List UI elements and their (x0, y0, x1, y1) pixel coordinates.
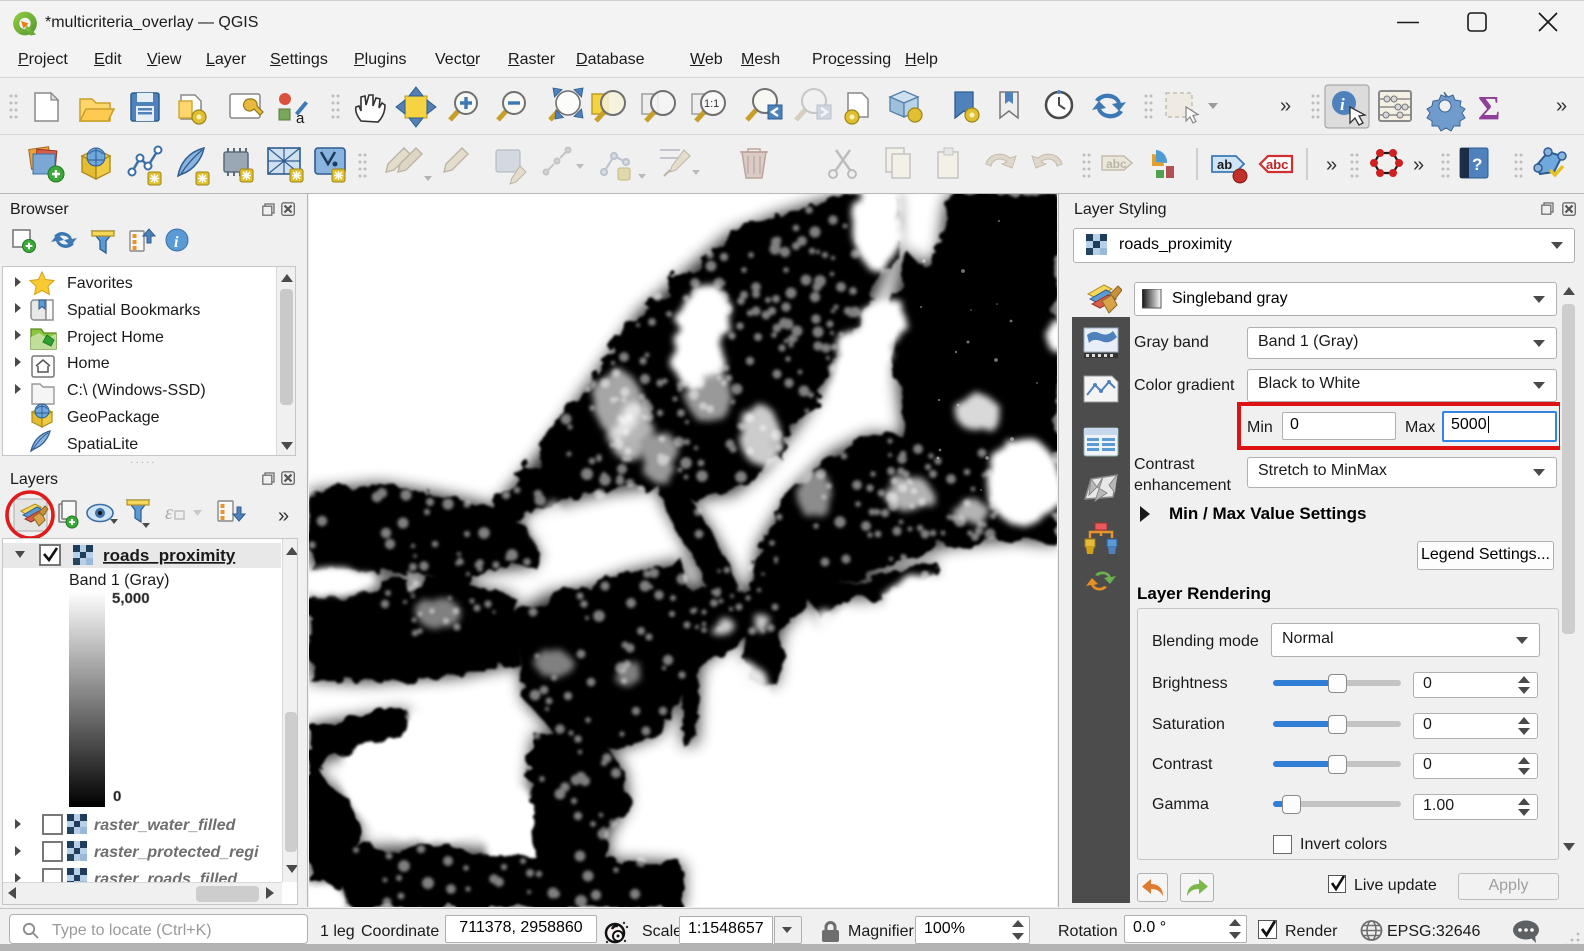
svg-text:Favorites: Favorites (67, 275, 133, 292)
svg-text:GeoPackage: GeoPackage (67, 409, 160, 426)
svg-text:Σ: Σ (1478, 90, 1500, 127)
svg-text:C:\ (Windows-SSD): C:\ (Windows-SSD) (67, 382, 206, 399)
svg-text:Home: Home (67, 355, 110, 372)
svg-text:Band 1 (Gray): Band 1 (Gray) (69, 572, 169, 589)
svg-text:1:1: 1:1 (704, 98, 719, 110)
svg-text:»: » (278, 505, 289, 527)
svg-text:raster_water_filled: raster_water_filled (94, 817, 237, 834)
svg-text:»: » (1413, 154, 1424, 176)
svg-text:0: 0 (113, 788, 121, 805)
svg-text:abc: abc (1266, 157, 1288, 172)
svg-text:raster_protected_regi: raster_protected_regi (94, 844, 259, 861)
svg-text:Spatial Bookmarks: Spatial Bookmarks (67, 302, 200, 319)
svg-text:5,000: 5,000 (112, 590, 150, 607)
svg-text:ε: ε (165, 502, 173, 524)
svg-text:roads_proximity: roads_proximity (103, 546, 236, 565)
svg-text:SpatiaLite: SpatiaLite (67, 436, 138, 453)
svg-text:»: » (1280, 95, 1291, 117)
svg-text:»: » (1556, 95, 1567, 117)
svg-text:a: a (296, 110, 305, 127)
svg-text:?: ? (1472, 155, 1482, 174)
svg-text:»: » (1326, 154, 1337, 176)
svg-text:i: i (174, 234, 179, 251)
svg-text:ab: ab (1217, 157, 1232, 172)
svg-text:Project Home: Project Home (67, 329, 164, 346)
svg-text:i: i (1340, 95, 1345, 114)
svg-text:abc: abc (1106, 157, 1127, 171)
